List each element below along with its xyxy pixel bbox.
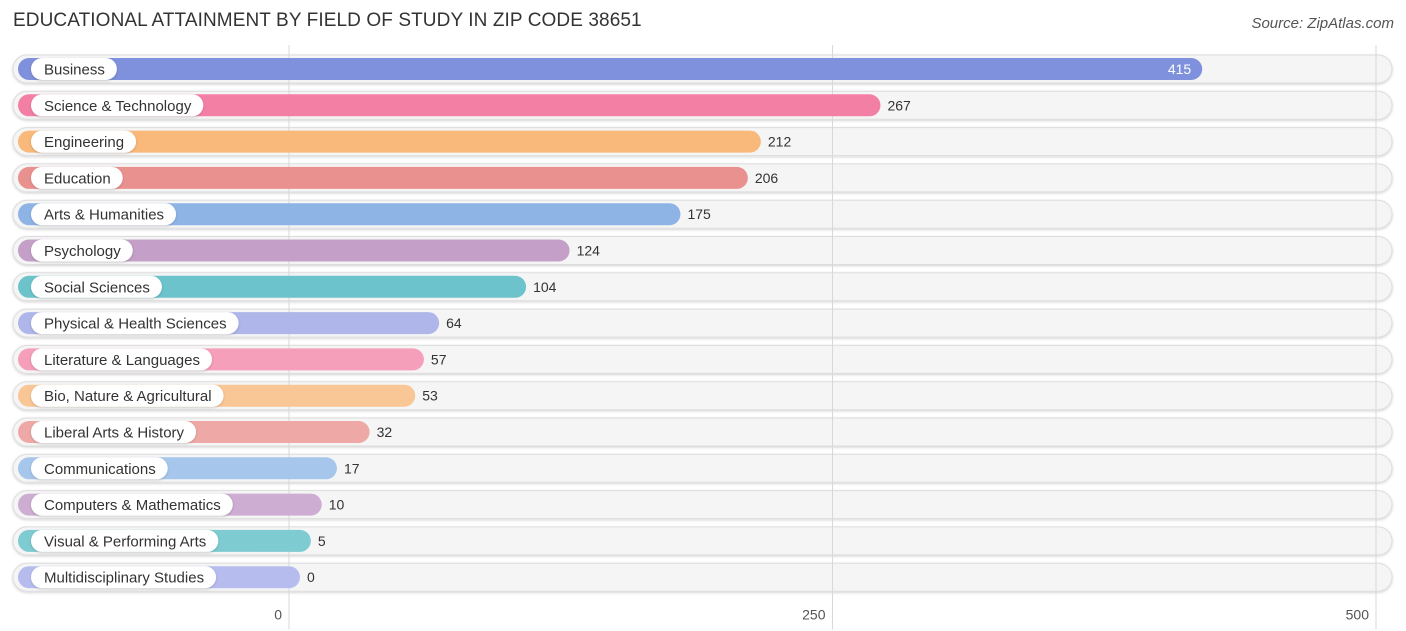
- x-tick-label: 0: [274, 607, 282, 623]
- bar-row: Visual & Performing Arts 5: [18, 529, 326, 552]
- bar: [18, 166, 748, 189]
- bar-row: Communications 17: [18, 457, 360, 480]
- bar-row: Bio, Nature & Agricultural 53: [18, 384, 438, 407]
- value-label: 57: [431, 351, 447, 367]
- category-label: Literature & Languages: [44, 352, 200, 369]
- category-label: Bio, Nature & Agricultural: [44, 388, 212, 405]
- value-label: 104: [533, 279, 557, 295]
- category-label: Psychology: [44, 243, 121, 260]
- bar-row: Computers & Mathematics 10: [18, 493, 345, 516]
- bar-row: Education 206: [18, 166, 779, 189]
- bar-row: Psychology 124: [18, 239, 601, 262]
- category-label: Social Sciences: [44, 279, 150, 296]
- value-label: 0: [307, 569, 315, 585]
- value-label: 212: [768, 134, 792, 150]
- tick-group: 0 250 500: [274, 607, 1369, 623]
- value-label: 124: [577, 243, 601, 259]
- category-label: Multidisciplinary Studies: [44, 570, 204, 587]
- bar-row: Engineering 212: [18, 130, 792, 153]
- value-label: 17: [344, 460, 360, 476]
- category-label: Business: [44, 62, 105, 79]
- value-label: 206: [755, 170, 779, 186]
- bar-row: Business 415: [18, 58, 1203, 80]
- x-tick-label: 250: [802, 607, 826, 623]
- x-tick-label: 500: [1346, 607, 1370, 623]
- value-label: 415: [1168, 61, 1192, 77]
- value-label: 53: [422, 388, 438, 404]
- category-label: Arts & Humanities: [44, 207, 164, 224]
- bar-row: Liberal Arts & History 32: [18, 421, 392, 443]
- value-label: 5: [318, 533, 326, 549]
- bar-chart: Business 415 Science & Technology 267 Engine…: [12, 45, 1393, 630]
- bar-row: Physical & Health Sciences 64: [18, 312, 462, 335]
- bar: [18, 58, 1203, 80]
- category-label: Physical & Health Sciences: [44, 316, 227, 333]
- category-label: Liberal Arts & History: [44, 425, 185, 442]
- bar-row: Arts & Humanities 175: [18, 203, 711, 226]
- category-label: Science & Technology: [44, 98, 192, 115]
- category-label: Visual & Performing Arts: [44, 533, 206, 550]
- value-label: 32: [377, 424, 393, 440]
- category-label: Computers & Mathematics: [44, 497, 221, 514]
- value-label: 175: [687, 206, 711, 222]
- bar-row: Multidisciplinary Studies 0: [18, 566, 315, 589]
- value-label: 267: [887, 97, 911, 113]
- category-label: Communications: [44, 461, 156, 478]
- bar-row: Literature & Languages 57: [18, 348, 447, 371]
- bar-row: Science & Technology 267: [18, 94, 911, 117]
- value-label: 64: [446, 315, 462, 331]
- category-label: Education: [44, 170, 111, 187]
- value-label: 10: [329, 497, 345, 513]
- category-label: Engineering: [44, 134, 124, 151]
- bar-row: Social Sciences 104: [18, 275, 557, 298]
